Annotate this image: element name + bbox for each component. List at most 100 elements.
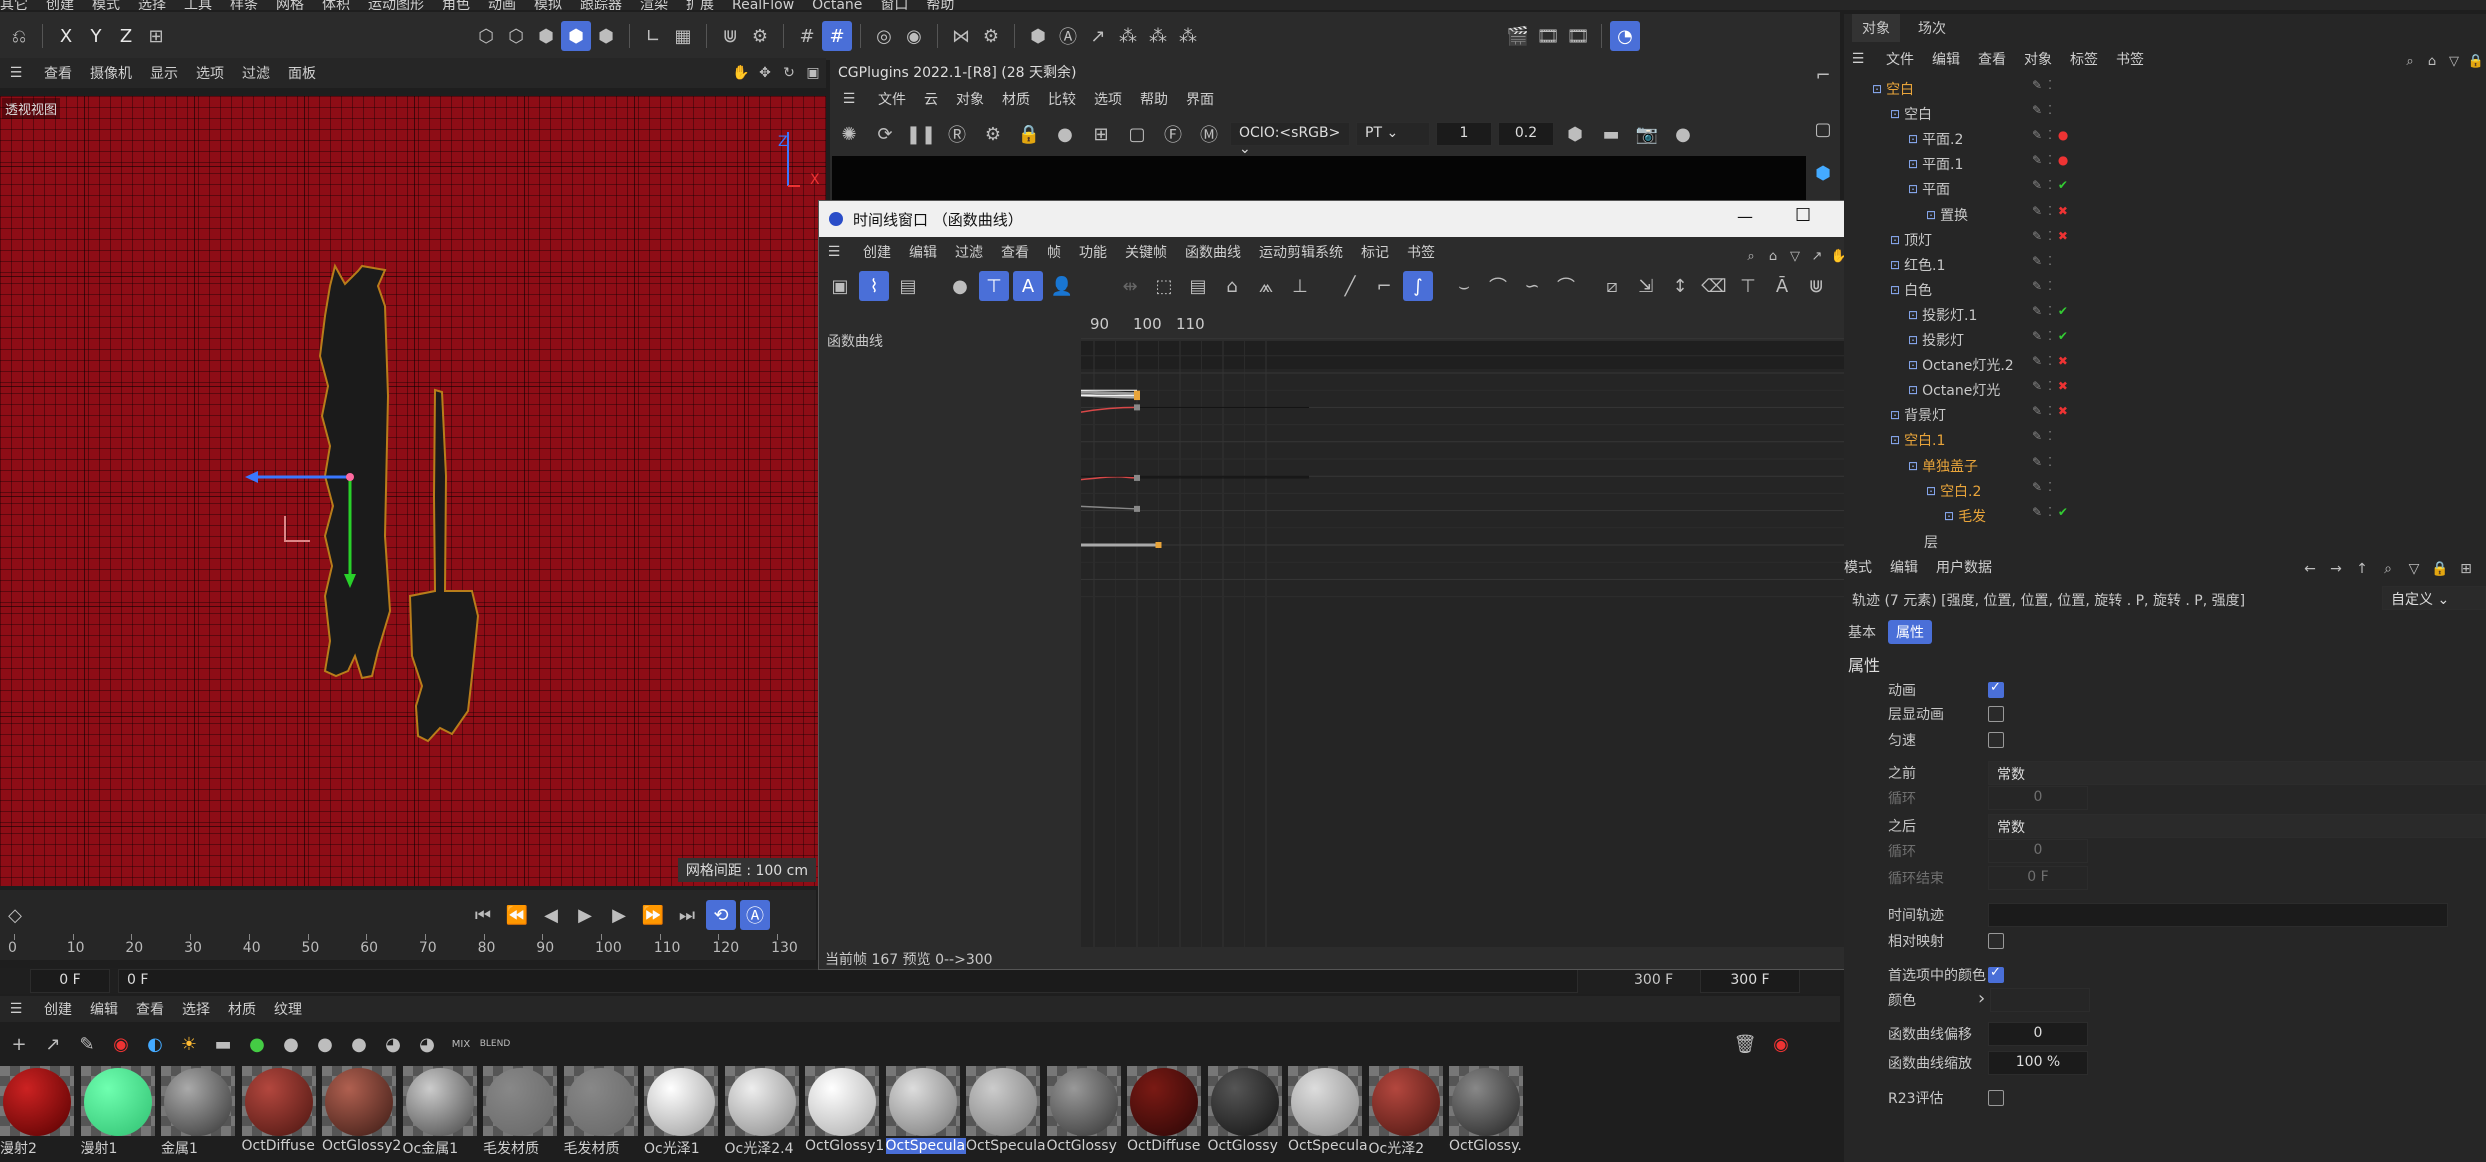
object-status[interactable]: ✎ ⁚ xyxy=(2032,78,2052,92)
octane-hex-icon[interactable]: ⬢ xyxy=(1560,119,1590,149)
timeline-menu-item-0[interactable]: 创建 xyxy=(863,242,891,262)
edit-icon[interactable]: ✎ xyxy=(2032,429,2042,443)
pt-select[interactable]: PT ⌄ xyxy=(1356,122,1430,146)
tl-spline-icon[interactable]: ∫ xyxy=(1403,271,1433,301)
render-settings-icon[interactable]: 🎞 xyxy=(1563,21,1593,51)
cgplugins-menu-item-5[interactable]: 选项 xyxy=(1094,89,1122,109)
object-status[interactable]: ✎ ⁚ ✔ xyxy=(2032,329,2068,343)
material-swatch[interactable] xyxy=(644,1066,718,1136)
object-status[interactable]: ✎ ⁚ ● xyxy=(2032,128,2068,142)
top-menu-item-16[interactable]: Octane xyxy=(812,0,862,10)
mix-icon[interactable]: MIX xyxy=(446,1029,476,1059)
octane-send-icon[interactable]: ✺ xyxy=(834,119,864,149)
octane-pause-icon[interactable]: ❚❚ xyxy=(906,119,936,149)
material-swatch[interactable] xyxy=(724,1066,799,1136)
material-label[interactable]: Oc光泽2.4 xyxy=(725,1138,805,1158)
prop-number-field[interactable]: 100 % xyxy=(1988,1051,2088,1075)
material-swatch[interactable] xyxy=(402,1066,477,1136)
prop-checkbox[interactable] xyxy=(1988,933,2004,949)
next-frame-icon[interactable]: ▶ xyxy=(604,900,634,930)
visibility-dots-icon[interactable]: ⁚ xyxy=(2048,404,2052,418)
object-status[interactable]: ✎ ⁚ ✖ xyxy=(2032,354,2068,368)
visibility-dots-icon[interactable]: ⁚ xyxy=(2048,379,2052,393)
hamburger-icon[interactable]: ☰ xyxy=(6,58,26,88)
octane-sphere-icon[interactable]: ● xyxy=(1668,119,1698,149)
obj-lock-icon[interactable]: 🔒 xyxy=(2466,46,2486,76)
material-swatch[interactable] xyxy=(966,1066,1040,1136)
edit-icon[interactable]: ✎ xyxy=(2032,505,2042,519)
pick-material-icon[interactable]: ✎ xyxy=(72,1029,102,1059)
prop-color-field[interactable] xyxy=(1990,988,2090,1012)
cgplugins-menu-item-1[interactable]: 云 xyxy=(924,89,938,109)
sphere-icon-4[interactable]: ◕ xyxy=(378,1029,408,1059)
object-row[interactable]: ⊡ 空白.1 ✎ ⁚ xyxy=(1890,429,2052,451)
tl-break-icon[interactable]: ⧄ xyxy=(1597,271,1627,301)
tab-takes[interactable]: 场次 xyxy=(1908,14,1956,42)
coordinate-system-icon[interactable]: ⊞ xyxy=(141,21,171,51)
object-menu-item-5[interactable]: 书签 xyxy=(2116,49,2144,69)
object-row[interactable]: ⊡ 置换 ✎ ⁚ ✖ xyxy=(1926,204,2068,226)
material-label[interactable]: OctGlossy xyxy=(1047,1138,1127,1154)
octane-refresh-icon[interactable]: ⟳ xyxy=(870,119,900,149)
obj-hamburger-icon[interactable]: ☰ xyxy=(1848,44,1868,74)
top-menu-item-10[interactable]: 动画 xyxy=(488,0,516,10)
check-icon[interactable]: ✔ xyxy=(2058,329,2068,343)
octane-value2-field[interactable]: 0.2 xyxy=(1498,122,1554,146)
viewport-menu-item-5[interactable]: 面板 xyxy=(288,63,316,83)
obj-filter-icon[interactable]: ▽ xyxy=(2444,46,2464,76)
trash-icon[interactable]: 🗑 xyxy=(1730,1029,1760,1059)
object-row[interactable]: ⊡ 平面.1 ✎ ⁚ ● xyxy=(1908,153,2068,175)
tl-search-icon[interactable]: ⌕ xyxy=(1741,241,1761,271)
edit-icon[interactable]: ✎ xyxy=(2032,480,2042,494)
edges-mode-icon[interactable]: ⬡ xyxy=(501,21,531,51)
loop-icon[interactable]: ⟲ xyxy=(706,900,736,930)
cgplugins-menu-item-4[interactable]: 比较 xyxy=(1048,89,1076,109)
cgplugins-menu-item-3[interactable]: 材质 xyxy=(1002,89,1030,109)
tl-step-icon[interactable]: ⌐ xyxy=(1369,271,1399,301)
material-menu-item-4[interactable]: 材质 xyxy=(228,999,256,1019)
disabled-icon[interactable]: ✖ xyxy=(2058,379,2068,393)
top-menu-item-13[interactable]: 渲染 xyxy=(640,0,668,10)
obj-search-icon[interactable]: ⌕ xyxy=(2400,46,2420,76)
frame-end-field[interactable]: 300 F xyxy=(1700,969,1800,993)
keyframe-point[interactable] xyxy=(1155,542,1162,548)
timeline-menu-item-4[interactable]: 帧 xyxy=(1047,242,1061,262)
octane-circle-icon[interactable]: ● xyxy=(1050,119,1080,149)
object-menu-item-1[interactable]: 编辑 xyxy=(1932,49,1960,69)
edit-icon[interactable]: ✎ xyxy=(2032,78,2042,92)
top-menu-item-3[interactable]: 选择 xyxy=(138,0,166,10)
viewport-menu-item-0[interactable]: 查看 xyxy=(44,63,72,83)
object-status[interactable]: ✎ ⁚ ✖ xyxy=(2032,404,2068,418)
timeline-menu-item-10[interactable]: 书签 xyxy=(1407,242,1435,262)
visibility-dots-icon[interactable]: ⁚ xyxy=(2048,480,2052,494)
tl-hierarchy-icon[interactable]: ⊤ xyxy=(979,271,1009,301)
object-status[interactable]: ✎ ⁚ ✖ xyxy=(2032,204,2068,218)
octane-render-icon[interactable]: ◉ xyxy=(106,1029,136,1059)
sphere-icon-2[interactable]: ● xyxy=(310,1029,340,1059)
timeline-menu-item-5[interactable]: 功能 xyxy=(1079,242,1107,262)
object-row[interactable]: ⊡ 平面 ✎ ⁚ ✔ xyxy=(1908,178,2068,200)
tl-curve-icon[interactable]: ⌒ xyxy=(1551,271,1581,301)
visibility-dots-icon[interactable]: ⁚ xyxy=(2048,204,2052,218)
tl-person-icon[interactable]: 👤 xyxy=(1047,271,1077,301)
chevron-right-icon[interactable]: › xyxy=(1978,988,1985,1009)
target-settings-icon[interactable]: ◉ xyxy=(899,21,929,51)
material-label[interactable]: Oc光泽1 xyxy=(644,1138,724,1158)
prop-select[interactable]: 常数 xyxy=(1988,761,2486,785)
edit-icon[interactable]: ✎ xyxy=(2032,103,2042,117)
object-menu-item-3[interactable]: 对象 xyxy=(2024,49,2052,69)
tl-ease-out-icon[interactable]: ⌒ xyxy=(1483,271,1513,301)
sphere-icon-3[interactable]: ● xyxy=(344,1029,374,1059)
top-menu-item-14[interactable]: 扩展 xyxy=(686,0,714,10)
material-label[interactable]: OctGlossy2 xyxy=(322,1138,402,1154)
edit-icon[interactable]: ✎ xyxy=(2032,329,2042,343)
attribute-menu-item-0[interactable]: 模式 xyxy=(1844,557,1872,577)
attr-lock-icon[interactable]: 🔒 xyxy=(2428,554,2452,584)
tl-brush-icon[interactable]: ⊤ xyxy=(1733,271,1763,301)
timeline-menu-item-3[interactable]: 查看 xyxy=(1001,242,1029,262)
frame-current-field[interactable]: 0 F xyxy=(118,969,1578,993)
pan-icon[interactable]: ✋ xyxy=(730,58,752,88)
keyframe-point[interactable] xyxy=(1134,390,1140,397)
rotate-view-icon[interactable]: ↻ xyxy=(778,58,800,88)
tl-hamburger-icon[interactable]: ☰ xyxy=(823,237,845,267)
